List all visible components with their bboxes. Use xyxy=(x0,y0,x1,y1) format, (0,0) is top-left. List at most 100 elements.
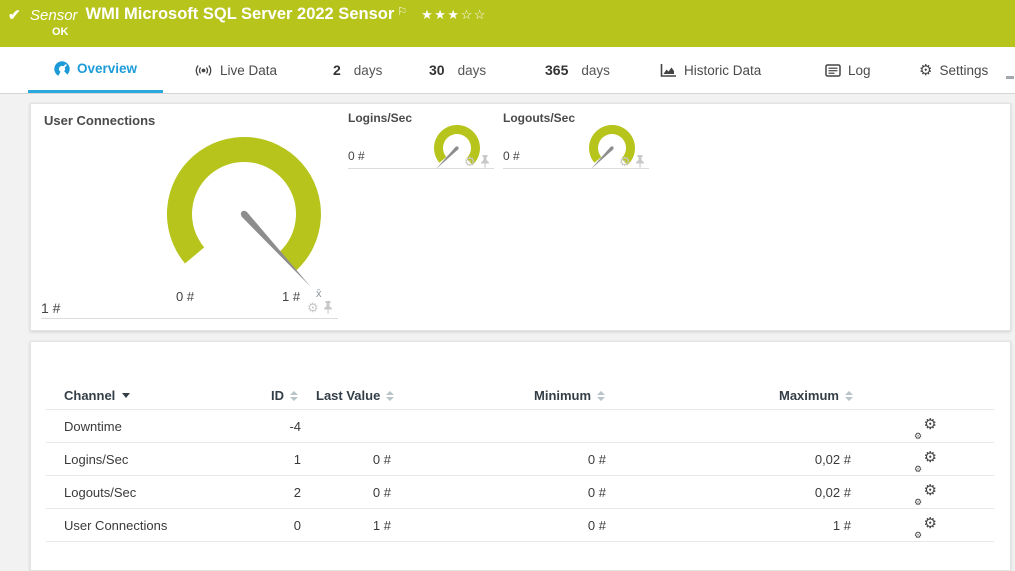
channel-gear-icon[interactable]: ⚙ xyxy=(307,301,319,314)
cell-last-value: 1 # xyxy=(301,518,391,533)
tile-action-icons: ⚙ xyxy=(619,155,645,168)
gauge-scale-max: 1 # xyxy=(282,289,300,304)
gauge-logins-title: Logins/Sec xyxy=(348,111,412,125)
sensor-title-row: Sensor WMI Microsoft SQL Server 2022 Sen… xyxy=(30,5,487,24)
column-header-channel[interactable]: Channel xyxy=(64,388,130,403)
cell-id: 1 xyxy=(231,452,301,467)
table-divider xyxy=(46,442,994,443)
cell-channel: Downtime xyxy=(64,419,244,434)
sort-icon xyxy=(290,391,298,401)
channel-gear-icon[interactable]: ⚙ xyxy=(464,155,476,168)
status-check-icon: ✔ xyxy=(8,6,21,24)
logins-gauge xyxy=(425,120,489,180)
column-header-id-label: ID xyxy=(271,388,284,403)
cell-channel: User Connections xyxy=(64,518,244,533)
pin-icon[interactable] xyxy=(635,155,645,168)
stars-empty: ☆☆ xyxy=(461,7,487,22)
gauges-panel: User Connections x̄ 0 # 1 # 1 # ⚙ Logins… xyxy=(30,103,1011,331)
tab-log-label: Log xyxy=(848,63,871,78)
tab-365-days-number: 365 xyxy=(545,62,568,78)
table-divider xyxy=(46,508,994,509)
logins-value: 0 # xyxy=(348,149,365,163)
tab-365-days-unit: days xyxy=(581,63,610,78)
cell-channel: Logouts/Sec xyxy=(64,485,244,500)
tile-action-icons: ⚙ xyxy=(307,301,333,314)
stars-filled: ★★★ xyxy=(421,7,460,22)
cell-last-value: 0 # xyxy=(301,485,391,500)
sensor-status-bar: ✔ Sensor WMI Microsoft SQL Server 2022 S… xyxy=(0,0,1015,47)
sort-icon xyxy=(597,391,605,401)
tile-divider xyxy=(503,168,649,169)
cell-maximum: 1 # xyxy=(756,518,851,533)
tab-historic-data[interactable]: Historic Data xyxy=(660,47,761,93)
table-divider xyxy=(46,475,994,476)
pin-icon[interactable] xyxy=(480,155,490,168)
status-badge: OK xyxy=(52,26,69,38)
tab-2-days-number: 2 xyxy=(333,62,341,78)
pin-icon[interactable] xyxy=(323,301,333,314)
channel-gear-icon[interactable]: ⚙ xyxy=(619,155,631,168)
gauge-icon xyxy=(54,61,70,77)
column-header-last-value-label: Last Value xyxy=(316,388,380,403)
tile-action-icons: ⚙ xyxy=(464,155,490,168)
tab-2-days-unit: days xyxy=(354,63,383,78)
cell-id: -4 xyxy=(231,419,301,434)
channel-settings-gears-icon[interactable]: ⚙⚙ xyxy=(913,519,937,539)
cell-channel: Logins/Sec xyxy=(64,452,244,467)
column-header-last-value[interactable]: Last Value xyxy=(316,388,394,403)
table-divider xyxy=(46,409,994,410)
cell-minimum: 0 # xyxy=(511,485,606,500)
cell-minimum: 0 # xyxy=(511,452,606,467)
column-header-id[interactable]: ID xyxy=(271,388,298,403)
sort-desc-icon xyxy=(122,393,130,398)
tile-divider xyxy=(41,318,338,319)
column-header-minimum[interactable]: Minimum xyxy=(534,388,605,403)
table-divider xyxy=(46,541,994,542)
cell-maximum: 0,02 # xyxy=(756,485,851,500)
tab-live-data-label: Live Data xyxy=(220,63,277,78)
user-connections-value: 1 # xyxy=(41,300,60,316)
gauge-average-marker: x̄ xyxy=(316,288,322,300)
area-chart-icon xyxy=(660,63,677,78)
tile-divider xyxy=(348,168,494,169)
channel-settings-gears-icon[interactable]: ⚙⚙ xyxy=(913,486,937,506)
gauge-user-connections-title: User Connections xyxy=(44,113,155,128)
tab-30-days[interactable]: 30 days xyxy=(429,47,486,93)
flag-icon[interactable]: ⚐ xyxy=(397,5,407,18)
cell-maximum: 0,02 # xyxy=(756,452,851,467)
column-header-maximum[interactable]: Maximum xyxy=(779,388,853,403)
tab-settings[interactable]: ⚙ Settings xyxy=(919,47,988,93)
tab-bar: Overview Live Data 2 days 30 days 365 da… xyxy=(0,47,1015,94)
tab-30-days-number: 30 xyxy=(429,62,445,78)
gear-icon: ⚙ xyxy=(919,63,932,78)
gauge-logouts-title: Logouts/Sec xyxy=(503,111,575,125)
tab-365-days[interactable]: 365 days xyxy=(545,47,610,93)
logouts-gauge xyxy=(580,120,644,180)
logouts-value: 0 # xyxy=(503,149,520,163)
sort-icon xyxy=(845,391,853,401)
tab-30-days-unit: days xyxy=(458,63,487,78)
cell-minimum: 0 # xyxy=(511,518,606,533)
tab-overview-label: Overview xyxy=(77,61,137,76)
tab-2-days[interactable]: 2 days xyxy=(333,47,382,93)
channel-settings-gears-icon[interactable]: ⚙⚙ xyxy=(913,453,937,473)
tab-historic-data-label: Historic Data xyxy=(684,63,761,78)
log-list-icon xyxy=(825,64,841,77)
column-header-minimum-label: Minimum xyxy=(534,388,591,403)
tab-overview[interactable]: Overview xyxy=(28,47,163,93)
user-connections-gauge: x̄ xyxy=(154,129,344,309)
tab-settings-label: Settings xyxy=(939,63,988,78)
page-title: WMI Microsoft SQL Server 2022 Sensor xyxy=(86,5,395,24)
cell-last-value: 0 # xyxy=(301,452,391,467)
cell-id: 2 xyxy=(231,485,301,500)
channel-settings-gears-icon[interactable]: ⚙⚙ xyxy=(913,420,937,440)
tab-live-data[interactable]: Live Data xyxy=(194,47,277,93)
broadcast-icon xyxy=(194,63,213,78)
object-type-label: Sensor xyxy=(30,5,78,24)
tab-log[interactable]: Log xyxy=(825,47,871,93)
priority-stars[interactable]: ★★★☆☆ xyxy=(421,5,487,23)
tab-overflow-indicator[interactable] xyxy=(1006,76,1014,79)
gauge-scale-min: 0 # xyxy=(176,289,194,304)
column-header-maximum-label: Maximum xyxy=(779,388,839,403)
column-header-channel-label: Channel xyxy=(64,388,115,403)
